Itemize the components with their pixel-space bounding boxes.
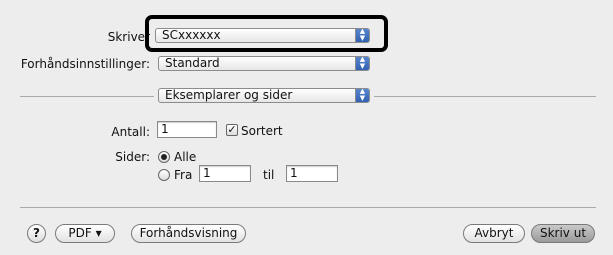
- printer-highlight-frame: [145, 15, 388, 52]
- pages-from-label: Fra: [174, 168, 193, 182]
- presets-value: Standard: [165, 56, 220, 70]
- printer-label: Skriver: [107, 30, 150, 44]
- pages-to-label: til: [263, 168, 275, 182]
- section-value: Eksemplarer og sider: [165, 88, 293, 102]
- separator-right: [374, 96, 596, 97]
- separator-bottom: [20, 207, 596, 208]
- pages-range-radio[interactable]: [158, 169, 170, 181]
- pages-to-field[interactable]: 1: [286, 165, 338, 182]
- section-popup[interactable]: Eksemplarer og sider ▲ ▼: [158, 88, 370, 103]
- copies-field[interactable]: 1: [157, 121, 217, 138]
- pages-label: Sider:: [115, 150, 150, 164]
- help-button[interactable]: ?: [27, 224, 46, 243]
- cancel-button[interactable]: Avbryt: [463, 224, 525, 243]
- separator-left: [20, 96, 154, 97]
- pdf-menu-button[interactable]: PDF ▾: [55, 224, 115, 243]
- pages-all-label: Alle: [174, 150, 197, 164]
- presets-label: Forhåndsinnstillinger:: [20, 57, 150, 71]
- presets-popup[interactable]: Standard ▲ ▼: [158, 56, 370, 71]
- print-button[interactable]: Skriv ut: [531, 224, 595, 243]
- updown-arrows-icon: ▲ ▼: [355, 89, 369, 102]
- copies-label: Antall:: [111, 125, 150, 139]
- check-icon: ✓: [227, 123, 237, 136]
- collate-label: Sortert: [241, 124, 283, 138]
- pages-from-field[interactable]: 1: [199, 165, 251, 182]
- collate-checkbox[interactable]: ✓: [226, 124, 238, 136]
- preview-button[interactable]: Forhåndsvisning: [131, 224, 246, 243]
- updown-arrows-icon: ▲ ▼: [355, 57, 369, 70]
- pages-all-radio[interactable]: [158, 151, 170, 163]
- print-dialog: Skriver SCxxxxxx ▲ ▼ Forhåndsinnstillinge…: [0, 0, 613, 255]
